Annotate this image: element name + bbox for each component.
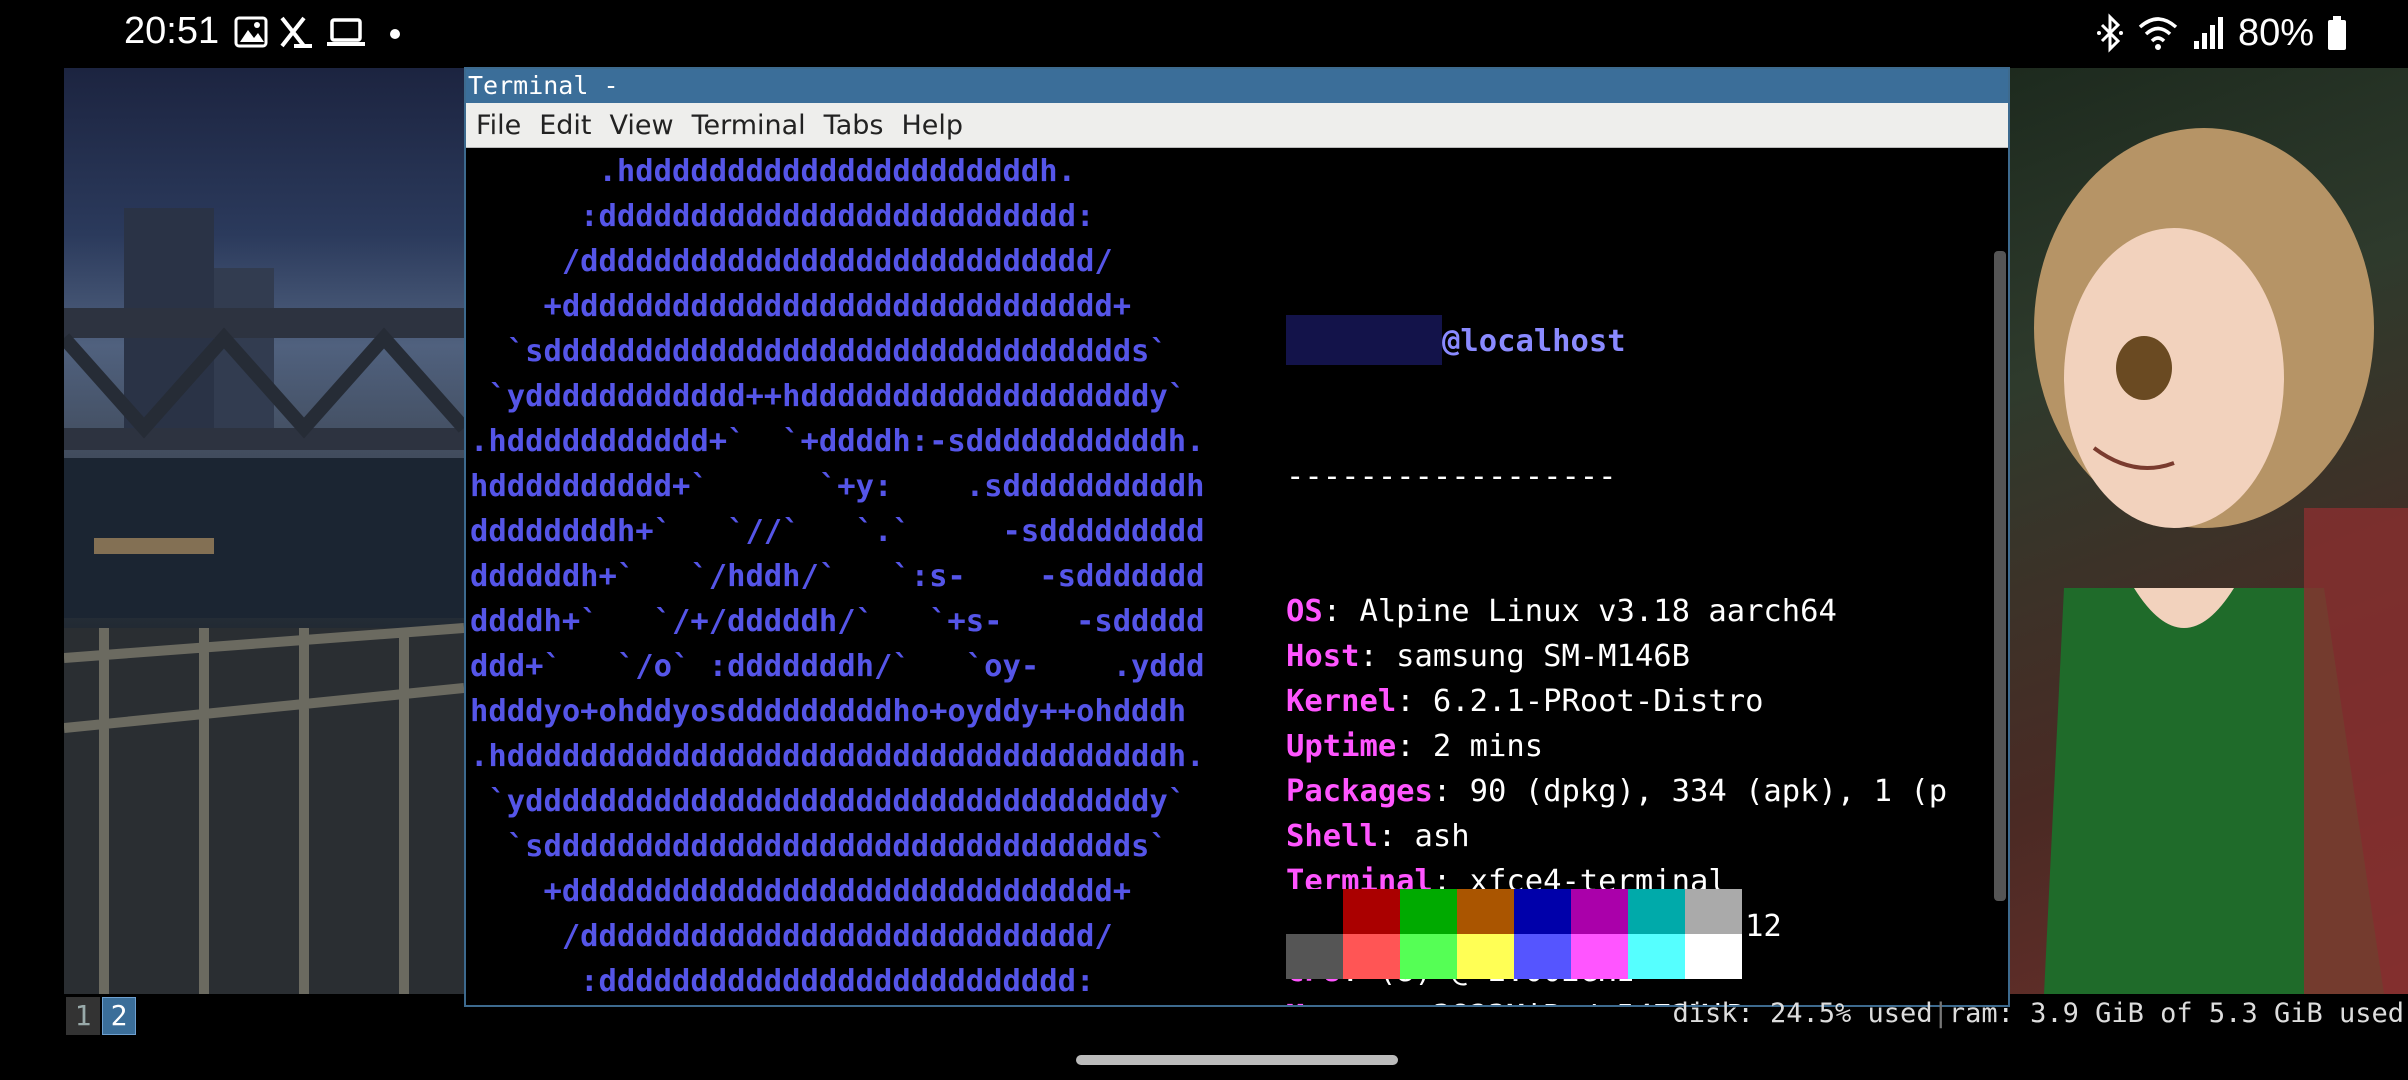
dot-icon xyxy=(390,29,400,39)
user-host-line: @localhost xyxy=(1286,314,1947,365)
info-value: : samsung SM-M146B xyxy=(1359,639,1690,674)
terminal-scrollbar[interactable] xyxy=(1994,251,2006,901)
logo-line: ddddddh+` `/hddh/` `:s- -sddddddd xyxy=(470,559,1205,594)
window-title: Terminal - xyxy=(468,71,619,100)
info-line: Kernel: 6.2.1-PRoot-Distro xyxy=(1286,679,1947,724)
info-line: Packages: 90 (dpkg), 334 (apk), 1 (p xyxy=(1286,769,1947,814)
color-swatch xyxy=(1685,934,1742,979)
info-line: Host: samsung SM-M146B xyxy=(1286,634,1947,679)
logo-line: :dddddddddddddddddddddddddd: xyxy=(470,964,1095,999)
color-swatch xyxy=(1571,934,1628,979)
workspace-2-button[interactable]: 2 xyxy=(102,997,136,1035)
color-swatch xyxy=(1343,889,1400,934)
status-right: 80% xyxy=(2096,10,2348,56)
terminal-output[interactable]: .hddddddddddddddddddddddh. :dddddddddddd… xyxy=(466,149,1986,1005)
logo-line: `sdddddddddddddddddddddddddddddddds` xyxy=(470,334,1168,369)
menu-file[interactable]: File xyxy=(476,110,521,141)
status-separator: | xyxy=(1932,998,1949,1029)
hostname: @localhost xyxy=(1442,324,1626,359)
wifi-icon xyxy=(2138,17,2178,50)
logo-line: ddddddddh+` `//` `.` -sddddddddd xyxy=(470,514,1205,549)
info-key: Memory xyxy=(1286,999,1396,1005)
info-key: Shell xyxy=(1286,819,1378,854)
redacted-username xyxy=(1286,314,1442,365)
color-swatch xyxy=(1343,934,1400,979)
info-line: Shell: ash xyxy=(1286,814,1947,859)
color-swatch xyxy=(1286,934,1343,979)
info-value: : ash xyxy=(1377,819,1470,854)
menu-bar: File Edit View Terminal Tabs Help xyxy=(466,103,2008,148)
menu-terminal[interactable]: Terminal xyxy=(692,110,806,141)
menu-edit[interactable]: Edit xyxy=(539,110,591,141)
info-value: : 6.2.1-PRoot-Distro xyxy=(1396,684,1764,719)
status-time: 20:51 xyxy=(124,10,220,52)
logo-line: `ydddddddddddd++hdddddddddddddddddddy` xyxy=(470,379,1187,414)
laptop-icon xyxy=(327,18,365,46)
color-swatch xyxy=(1286,889,1343,934)
logo-line: `yddddddddddddddddddddddddddddddddddy` xyxy=(470,784,1187,819)
info-line: Uptime: 2 mins xyxy=(1286,724,1947,769)
alpine-ascii-logo: .hddddddddddddddddddddddh. :dddddddddddd… xyxy=(470,149,1205,1004)
info-key: Packages xyxy=(1286,774,1433,809)
x-app-icon xyxy=(280,16,312,48)
workspace-1-button[interactable]: 1 xyxy=(66,997,100,1035)
menu-help[interactable]: Help xyxy=(901,110,963,141)
info-key: Kernel xyxy=(1286,684,1397,719)
color-palette xyxy=(1286,889,1742,979)
color-swatch xyxy=(1628,889,1685,934)
color-swatch xyxy=(1628,934,1685,979)
terminal-window[interactable]: Terminal - File Edit View Terminal Tabs … xyxy=(464,67,2010,1007)
info-value: : 90 (dpkg), 334 (apk), 1 (p xyxy=(1432,774,1948,809)
logo-line: `sdddddddddddddddddddddddddddddddds` xyxy=(470,829,1168,864)
info-key: Uptime xyxy=(1286,729,1397,764)
battery-percent: 80% xyxy=(2237,11,2314,54)
signal-icon xyxy=(2193,17,2223,49)
disk-usage: disk: 24.5% used xyxy=(1672,998,1933,1029)
info-value: : Alpine Linux v3.18 aarch64 xyxy=(1322,594,1837,629)
logo-line: hdddyo+ohddyosdddddddddho+oyddy++ohdddh xyxy=(470,694,1187,729)
system-status-line: disk: 24.5% used|ram: 3.9 GiB of 5.3 GiB… xyxy=(1672,998,2404,1029)
battery-icon xyxy=(2328,16,2346,50)
logo-line: /dddddddddddddddddddddddddddd/ xyxy=(470,244,1113,279)
logo-line: hdddddddddd+` `+y: .sddddddddddh xyxy=(470,469,1205,504)
logo-line: ddddh+` `/+/dddddh/` `+s- -sddddd xyxy=(470,604,1205,639)
info-line: OS: Alpine Linux v3.18 aarch64 xyxy=(1286,589,1947,634)
logo-line: .hddddddddddddddddddddddddddddddddddddh. xyxy=(470,739,1205,774)
menu-tabs[interactable]: Tabs xyxy=(824,110,884,141)
home-gesture-handle[interactable] xyxy=(1076,1055,1398,1065)
color-swatch xyxy=(1514,889,1571,934)
logo-line: +dddddddddddddddddddddddddddddd+ xyxy=(470,874,1132,909)
bluetooth-icon xyxy=(2096,13,2123,53)
image-icon xyxy=(234,16,268,48)
logo-line: .hddddddddddddddddddddddh. xyxy=(470,154,1076,189)
logo-line: ddd+` `/o` :dddddddh/` `oy- .yddd xyxy=(470,649,1205,684)
color-swatch xyxy=(1457,889,1514,934)
menu-view[interactable]: View xyxy=(609,110,673,141)
color-swatch xyxy=(1457,934,1514,979)
logo-line: .hddddddddddd+` `+ddddh:-sdddddddddddh. xyxy=(470,424,1205,459)
window-title-bar[interactable]: Terminal - xyxy=(466,69,2008,103)
wallpaper-city-bridge xyxy=(64,208,464,994)
info-key: Host xyxy=(1286,639,1360,674)
logo-line: /dddddddddddddddddddddddddddd/ xyxy=(470,919,1113,954)
color-swatch xyxy=(1571,889,1628,934)
color-swatch xyxy=(1685,889,1742,934)
separator-line: ------------------ xyxy=(1286,459,1617,494)
info-key: OS xyxy=(1286,594,1323,629)
wallpaper-anime-character xyxy=(2004,68,2408,994)
color-swatch xyxy=(1514,934,1571,979)
logo-line: :dddddddddddddddddddddddddd: xyxy=(470,199,1095,234)
ram-usage: ram: 3.9 GiB of 5.3 GiB used xyxy=(1948,998,2404,1029)
info-value: : 2 mins xyxy=(1396,729,1544,764)
status-bar: 20:51 80% xyxy=(0,0,2408,66)
logo-line: +dddddddddddddddddddddddddddddd+ xyxy=(470,289,1132,324)
color-swatch xyxy=(1400,889,1457,934)
color-swatch xyxy=(1400,934,1457,979)
